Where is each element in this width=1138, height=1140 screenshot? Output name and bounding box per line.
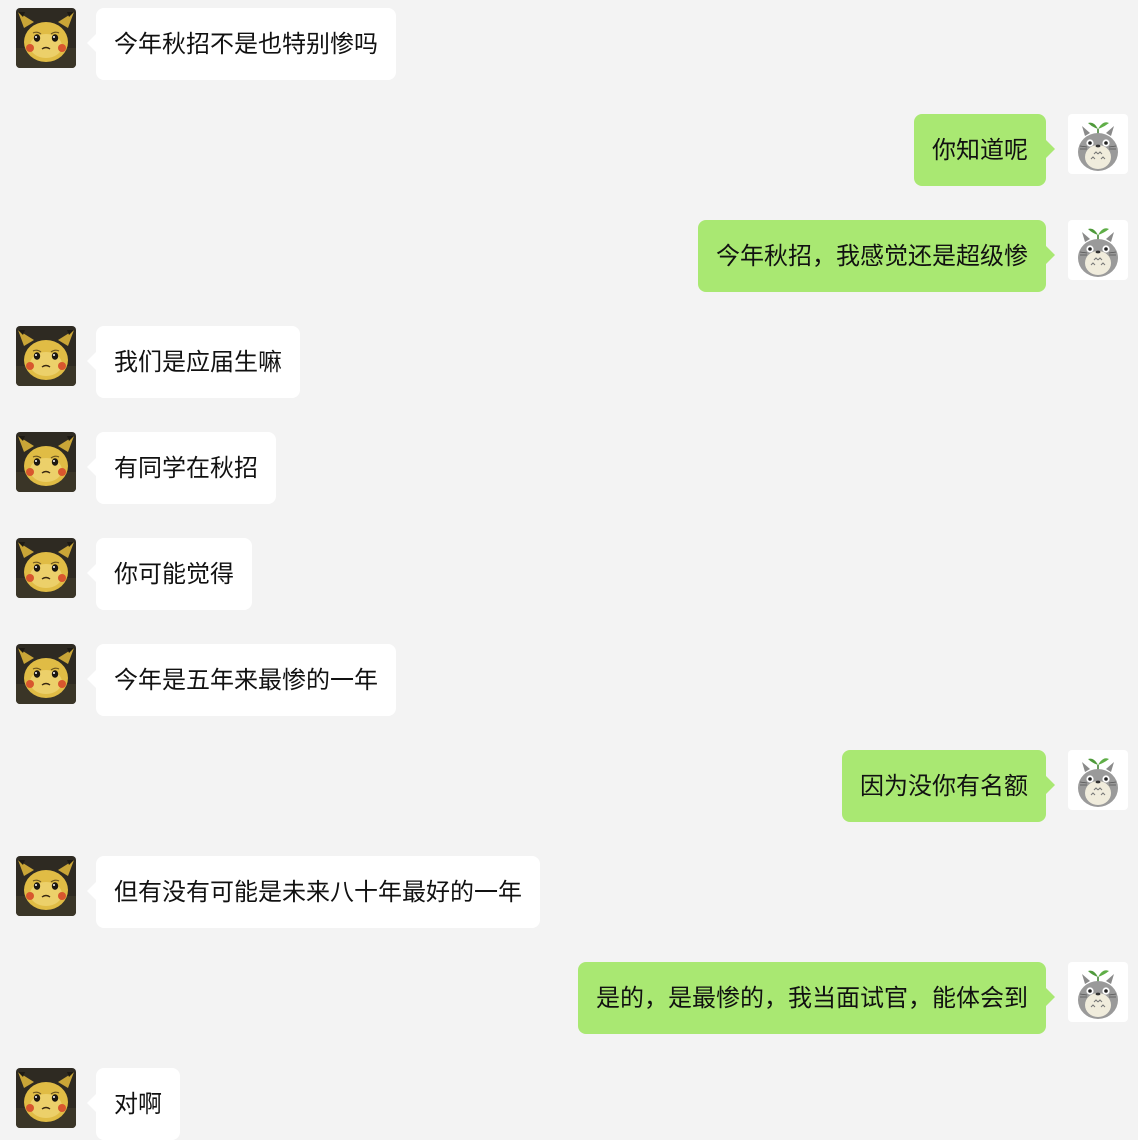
contact-avatar[interactable] [16,326,76,386]
message-bubble-incoming[interactable]: 但有没有可能是未来八十年最好的一年 [87,856,540,928]
message-text: 对啊 [114,1090,162,1118]
message-text: 今年秋招，我感觉还是超级惨 [716,242,1028,270]
totoro-avatar-image [1068,962,1128,1022]
message-row-outgoing: 因为没你有名额 [0,750,1138,822]
message-row-incoming: 今年是五年来最惨的一年 [0,644,1138,716]
message-row-outgoing: 今年秋招，我感觉还是超级惨 [0,220,1138,292]
message-row-incoming: 有同学在秋招 [0,432,1138,504]
message-text: 今年是五年来最惨的一年 [114,666,378,694]
message-row-incoming: 我们是应届生嘛 [0,326,1138,398]
contact-avatar[interactable] [16,432,76,492]
message-bubble-incoming[interactable]: 今年是五年来最惨的一年 [87,644,396,716]
message-text: 你知道呢 [932,136,1028,164]
message-row-outgoing: 你知道呢 [0,114,1138,186]
message-text: 我们是应届生嘛 [114,348,282,376]
message-bubble-incoming[interactable]: 今年秋招不是也特别惨吗 [87,8,396,80]
pikachu-avatar-image [16,538,76,598]
message-bubble-outgoing[interactable]: 是的，是最惨的，我当面试官，能体会到 [578,962,1055,1034]
pikachu-avatar-image [16,644,76,704]
message-text: 你可能觉得 [114,560,234,588]
contact-avatar[interactable] [16,538,76,598]
message-row-incoming: 你可能觉得 [0,538,1138,610]
totoro-avatar-image [1068,220,1128,280]
message-bubble-outgoing[interactable]: 因为没你有名额 [842,750,1055,822]
message-text: 有同学在秋招 [114,454,258,482]
pikachu-avatar-image [16,326,76,386]
message-bubble-outgoing[interactable]: 今年秋招，我感觉还是超级惨 [698,220,1055,292]
pikachu-avatar-image [16,432,76,492]
pikachu-avatar-image [16,8,76,68]
contact-avatar[interactable] [16,1068,76,1128]
contact-avatar[interactable] [16,644,76,704]
self-avatar[interactable] [1068,750,1128,810]
contact-avatar[interactable] [16,856,76,916]
message-text: 今年秋招不是也特别惨吗 [114,30,378,58]
message-bubble-incoming[interactable]: 对啊 [87,1068,180,1140]
contact-avatar[interactable] [16,8,76,68]
message-row-incoming: 对啊 [0,1068,1138,1140]
message-row-outgoing: 是的，是最惨的，我当面试官，能体会到 [0,962,1138,1034]
message-bubble-outgoing[interactable]: 你知道呢 [914,114,1055,186]
message-row-incoming: 但有没有可能是未来八十年最好的一年 [0,856,1138,928]
pikachu-avatar-image [16,856,76,916]
message-text: 因为没你有名额 [860,772,1028,800]
message-row-incoming: 今年秋招不是也特别惨吗 [0,8,1138,80]
message-text: 但有没有可能是未来八十年最好的一年 [114,878,522,906]
totoro-avatar-image [1068,114,1128,174]
totoro-avatar-image [1068,750,1128,810]
self-avatar[interactable] [1068,220,1128,280]
self-avatar[interactable] [1068,962,1128,1022]
message-text: 是的，是最惨的，我当面试官，能体会到 [596,984,1028,1012]
chat-history: 今年秋招不是也特别惨吗 你知道呢 今年秋招，我感觉还是超级惨 我们是应届生嘛 有… [0,0,1138,1140]
self-avatar[interactable] [1068,114,1128,174]
message-bubble-incoming[interactable]: 我们是应届生嘛 [87,326,300,398]
pikachu-avatar-image [16,1068,76,1128]
message-bubble-incoming[interactable]: 有同学在秋招 [87,432,276,504]
message-bubble-incoming[interactable]: 你可能觉得 [87,538,252,610]
